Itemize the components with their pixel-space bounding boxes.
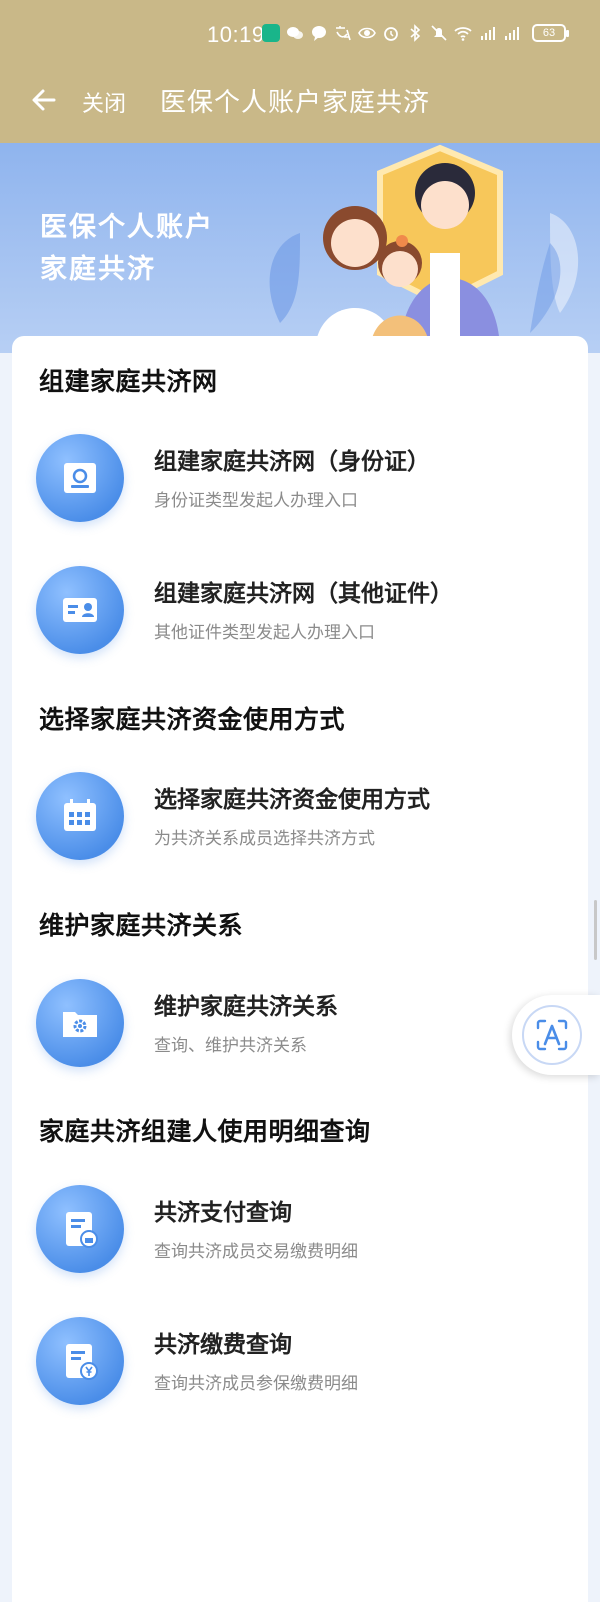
wifi-icon [454,24,472,42]
id-card-icon [36,434,124,522]
item-subtitle: 查询、维护共济关系 [154,1036,307,1056]
list-item-maintain-relation[interactable]: 维护家庭共济关系 查询、维护共济关系 [36,979,566,1069]
back-button[interactable] [28,84,60,116]
list-item-select-fund-usage[interactable]: 选择家庭共济资金使用方式 为共济关系成员选择共济方式 [36,772,566,862]
status-icons: 63 [262,24,569,42]
item-title: 共济缴费查询 [154,1332,292,1358]
status-bar: 10:19 63 [0,0,600,66]
payment-record-icon [36,1185,124,1273]
item-title: 组建家庭共济网（身份证） [154,449,430,475]
arrow-left-icon [32,89,56,111]
wechat-icon [286,24,304,42]
text-recognition-icon [522,1005,582,1065]
main-card: 组建家庭共济网 组建家庭共济网（身份证） 身份证类型发起人办理入口 组建家庭共济… [12,336,588,1602]
item-title: 维护家庭共济关系 [154,994,338,1020]
signal-5g-icon [478,24,496,42]
eye-icon [358,24,376,42]
banner-text: 医保个人账户 家庭共济 [40,207,214,291]
bluetooth-icon [406,24,424,42]
mute-icon [430,24,448,42]
folder-gear-icon [36,979,124,1067]
list-item-build-network-other-id[interactable]: 组建家庭共济网（其他证件） 其他证件类型发起人办理入口 [36,566,566,656]
section-title-fund-usage: 选择家庭共济资金使用方式 [39,705,346,734]
item-title: 选择家庭共济资金使用方式 [154,787,430,813]
item-title: 共济支付查询 [154,1200,292,1226]
family-illustration [269,144,579,353]
section-title-usage-details: 家庭共济组建人使用明细查询 [39,1117,371,1146]
list-item-payment-query[interactable]: 共济支付查询 查询共济成员交易缴费明细 [36,1185,566,1275]
nav-bar: 关闭 医保个人账户家庭共济 [0,66,600,143]
banner-line-2: 家庭共济 [40,254,156,285]
scrollbar[interactable] [594,900,597,960]
document-card-icon [36,566,124,654]
close-button[interactable]: 关闭 [82,86,126,118]
section-title-maintain-relation: 维护家庭共济关系 [39,911,244,940]
translate-icon [334,24,352,42]
app-badge-icon [262,24,280,42]
alarm-icon [382,24,400,42]
item-subtitle: 查询共济成员交易缴费明细 [154,1242,358,1262]
floating-ocr-button[interactable] [512,995,600,1075]
banner: 医保个人账户 家庭共济 [0,143,600,353]
item-subtitle: 查询共济成员参保缴费明细 [154,1374,358,1394]
section-title-build-network: 组建家庭共济网 [39,367,218,396]
chat-icon [310,24,328,42]
status-time: 10:19 [207,22,265,47]
item-subtitle: 为共济关系成员选择共济方式 [154,829,375,849]
item-subtitle: 身份证类型发起人办理入口 [154,491,358,511]
item-subtitle: 其他证件类型发起人办理入口 [154,623,375,643]
battery-indicator: 63 [532,24,569,42]
app-header: 10:19 63 关闭 医保个人账户家庭共济 [0,0,600,143]
banner-line-1: 医保个人账户 [40,212,214,243]
signal-4g-icon [502,24,520,42]
list-item-contribution-query[interactable]: 共济缴费查询 查询共济成员参保缴费明细 [36,1317,566,1407]
page-title: 医保个人账户家庭共济 [160,88,431,118]
yuan-record-icon [36,1317,124,1405]
item-title: 组建家庭共济网（其他证件） [154,581,453,607]
list-item-build-network-id-card[interactable]: 组建家庭共济网（身份证） 身份证类型发起人办理入口 [36,434,566,524]
calendar-icon [36,772,124,860]
